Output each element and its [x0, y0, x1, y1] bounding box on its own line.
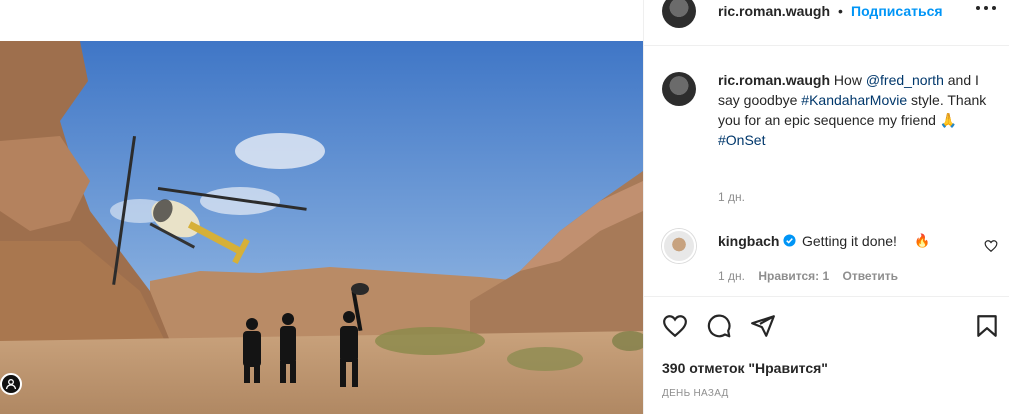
comment-icon[interactable] — [706, 313, 732, 339]
bookmark-icon[interactable] — [974, 313, 1000, 339]
caption-avatar[interactable] — [662, 72, 696, 106]
post-photo[interactable] — [0, 41, 643, 414]
caption-part: How — [833, 72, 866, 88]
mention-link[interactable]: @fred_north — [866, 72, 944, 88]
fire-emoji: 🔥 — [914, 233, 931, 248]
post-date[interactable]: ДЕНЬ НАЗАД — [662, 388, 729, 399]
commenter-username[interactable]: kingbach — [718, 233, 779, 249]
author-avatar[interactable] — [662, 0, 696, 28]
post-header: ric.roman.waugh • Подписаться — [644, 0, 1009, 46]
commenter-avatar[interactable] — [662, 229, 696, 263]
header-separator: • — [838, 3, 843, 19]
share-icon[interactable] — [750, 313, 776, 339]
comment-meta: 1 дн. Нравится: 1 Ответить — [718, 269, 908, 283]
more-options-icon[interactable] — [974, 6, 998, 14]
post-actions — [644, 296, 1009, 356]
caption-username[interactable]: ric.roman.waugh — [718, 72, 830, 88]
caption-text: ric.roman.waugh How @fred_north and I sa… — [718, 70, 1003, 150]
hashtag-link[interactable]: #OnSet — [718, 132, 765, 148]
pray-emoji: 🙏 — [939, 112, 958, 128]
likes-count[interactable]: 390 отметок "Нравится" — [662, 360, 828, 376]
comment-text: Getting it done! — [802, 233, 897, 249]
comment-heart-icon[interactable] — [984, 239, 998, 253]
user-tag-icon[interactable] — [0, 373, 22, 395]
comment-likes[interactable]: Нравится: 1 — [758, 269, 829, 283]
follow-button[interactable]: Подписаться — [851, 3, 943, 19]
comment-timestamp[interactable]: 1 дн. — [718, 269, 745, 283]
author-username[interactable]: ric.roman.waugh — [718, 3, 830, 19]
hashtag-link[interactable]: #KandaharMovie — [801, 92, 907, 108]
reply-button[interactable]: Ответить — [843, 269, 898, 283]
heart-icon[interactable] — [662, 313, 688, 339]
post-side-panel: ric.roman.waugh • Подписаться ric.roman.… — [643, 0, 1009, 414]
caption-timestamp[interactable]: 1 дн. — [718, 190, 745, 204]
verified-badge-icon — [783, 234, 796, 247]
post-media[interactable] — [0, 0, 643, 414]
